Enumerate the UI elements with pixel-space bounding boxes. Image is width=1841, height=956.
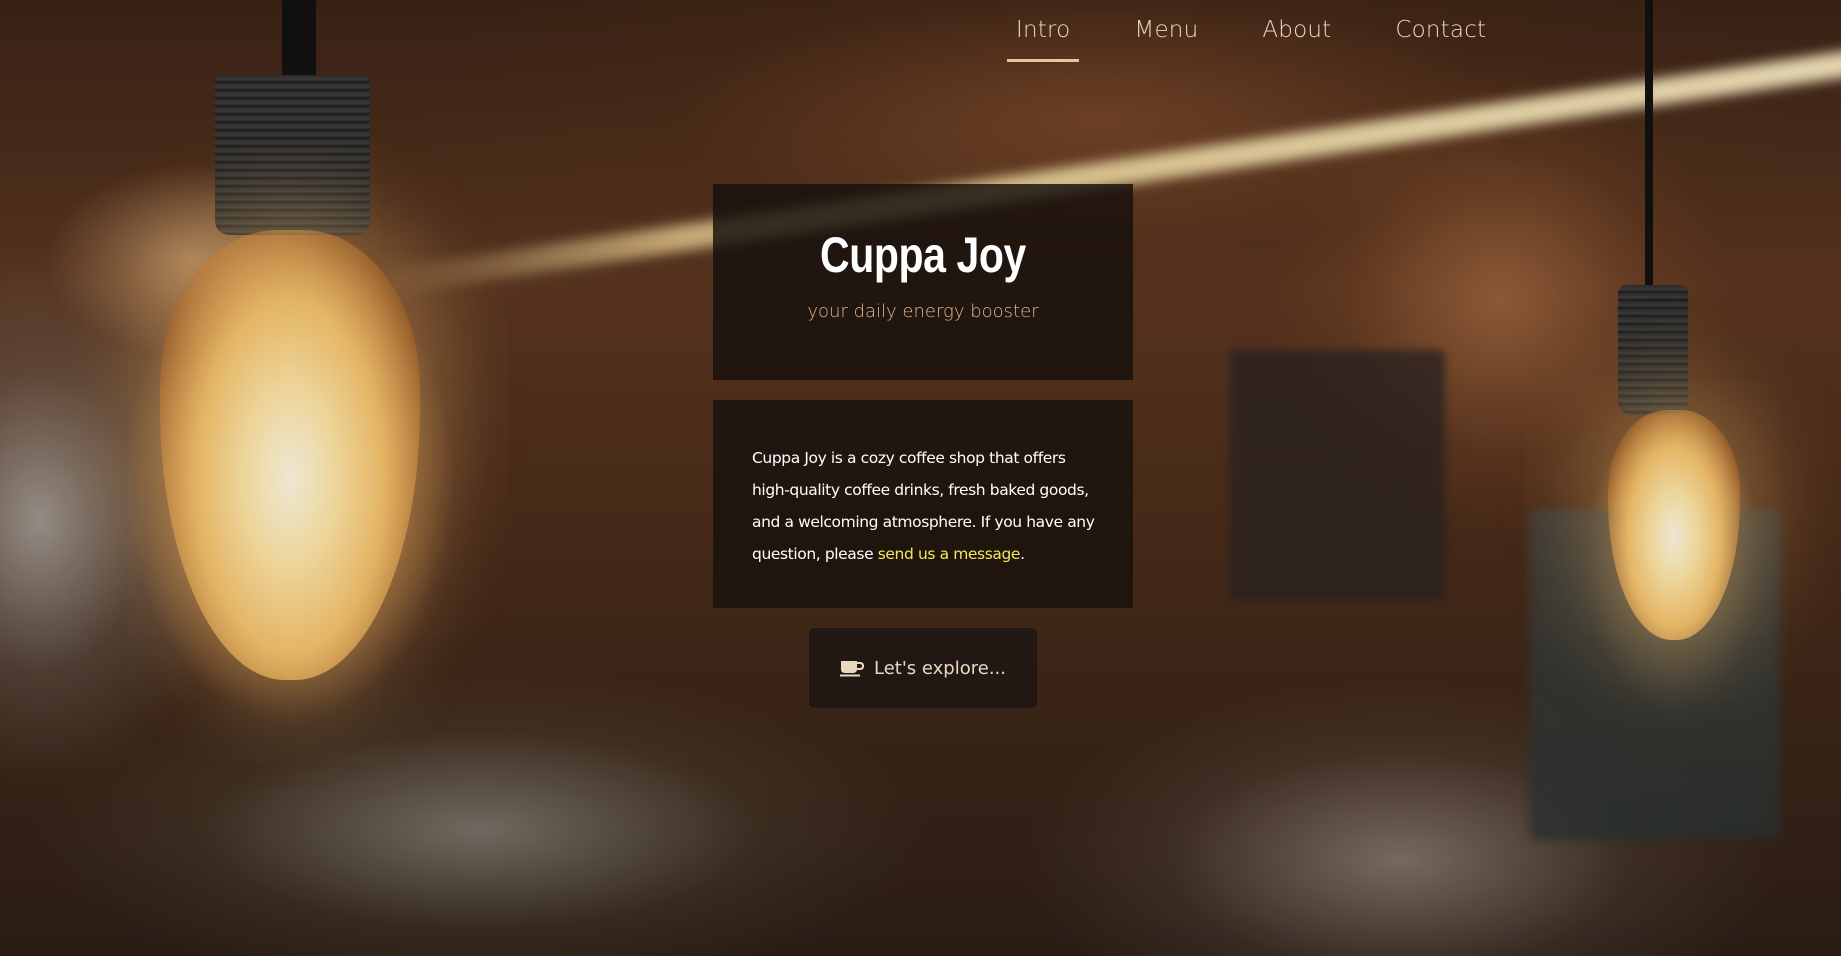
intro-panel: Cuppa Joy is a cozy coffee shop that off… [713,400,1133,608]
page: Intro Menu About Contact Cuppa Joy your … [0,0,1841,956]
site-title: Cuppa Joy [820,227,1026,283]
nav-item-intro[interactable]: Intro [1000,0,1086,62]
nav-item-contact[interactable]: Contact [1379,0,1502,62]
nav-item-menu[interactable]: Menu [1118,0,1214,62]
explore-button-label: Let's explore... [874,657,1006,679]
nav-item-about[interactable]: About [1246,0,1347,62]
explore-button[interactable]: Let's explore... [809,628,1037,708]
tagline: your daily energy booster [807,301,1039,322]
send-message-link[interactable]: send us a message [878,545,1021,563]
coffee-cup-icon [840,659,865,677]
intro-text-after-link: . [1020,545,1025,563]
intro-paragraph: Cuppa Joy is a cozy coffee shop that off… [752,442,1097,570]
title-panel: Cuppa Joy your daily energy booster [713,184,1133,380]
main-nav: Intro Menu About Contact [1000,0,1534,62]
